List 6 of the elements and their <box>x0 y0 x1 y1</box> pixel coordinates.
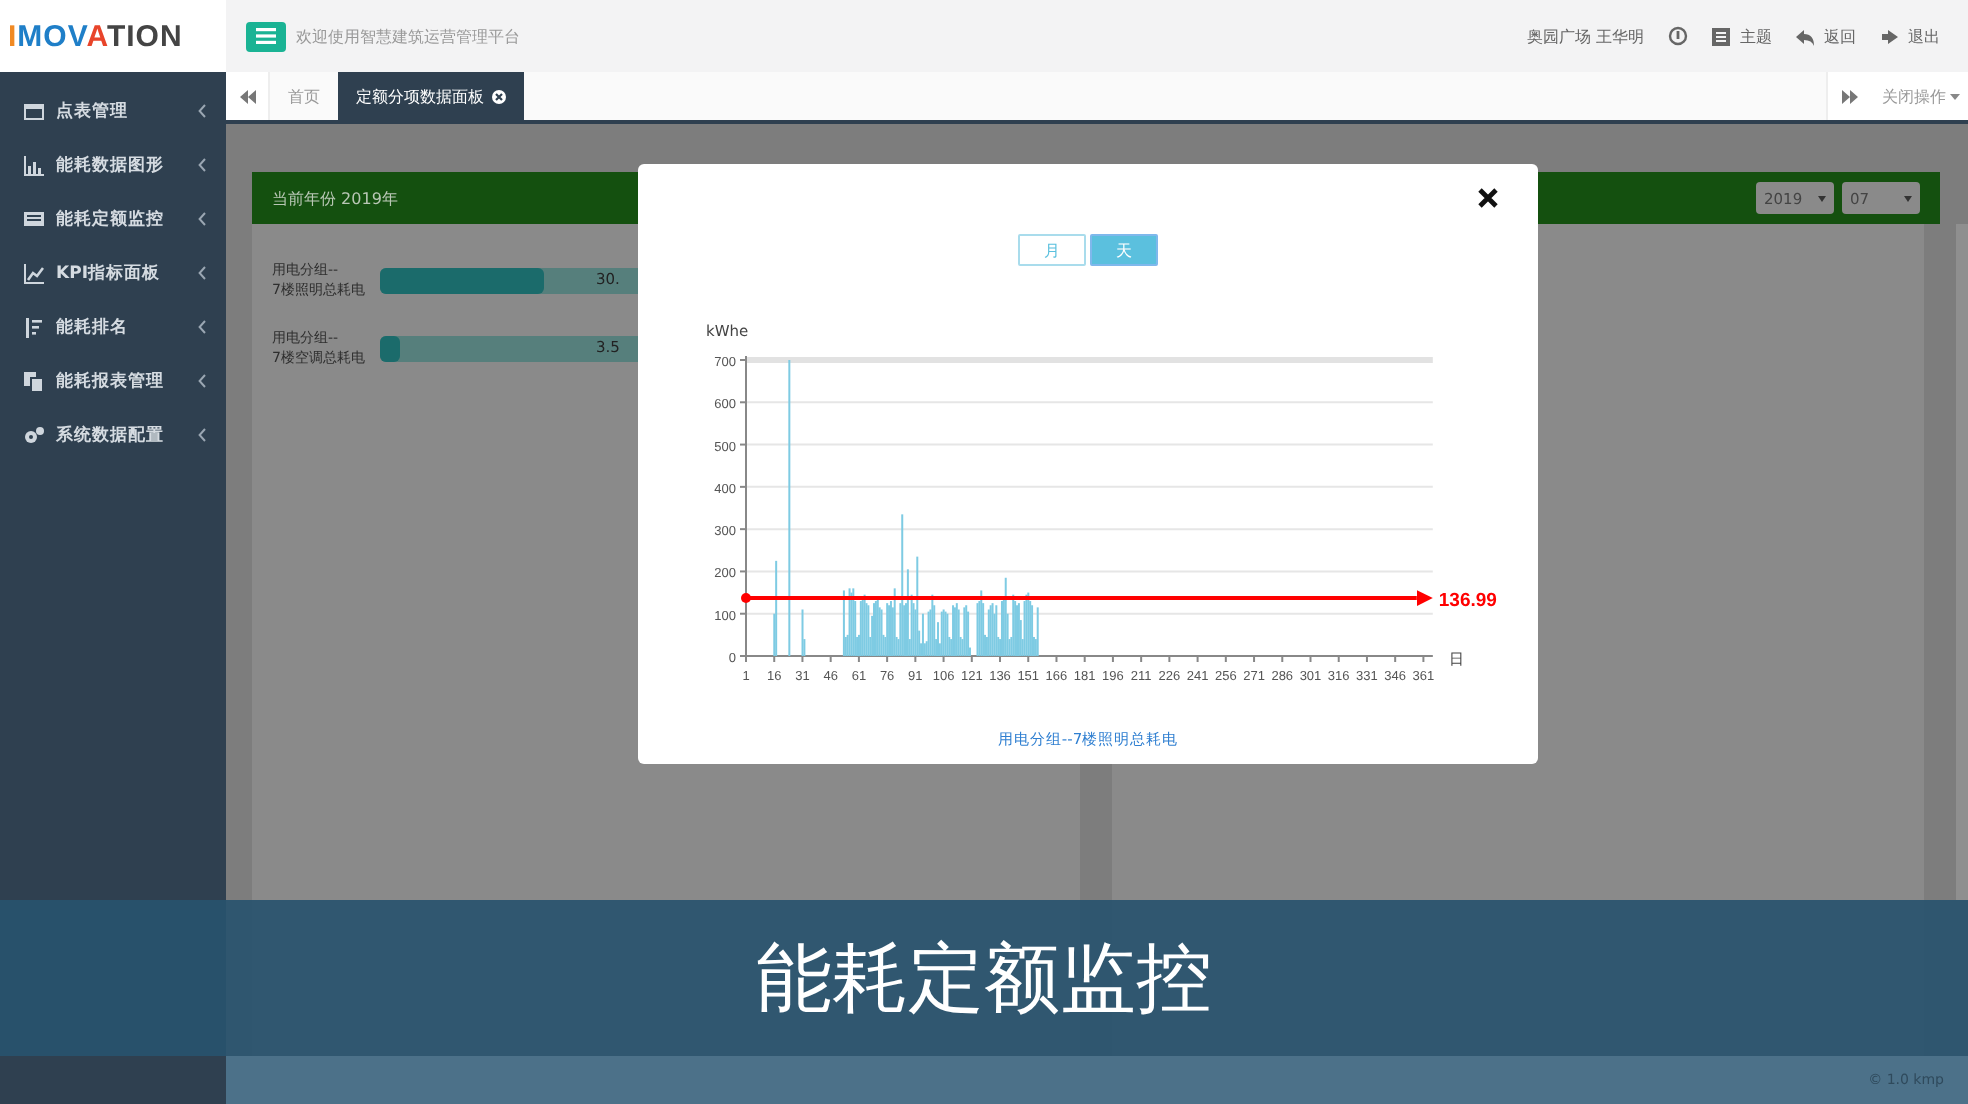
caption-banner: 能耗定额监控 <box>0 900 1968 1056</box>
user-name: 奥园广场 王华明 <box>1526 25 1644 47</box>
logo: IMOVATION <box>8 19 183 53</box>
panel-title: 当前年份 2019年 <box>272 187 398 209</box>
threshold-label: 136.99 <box>1438 590 1497 613</box>
welcome-text: 欢迎使用智慧建筑运营管理平台 <box>296 25 520 47</box>
